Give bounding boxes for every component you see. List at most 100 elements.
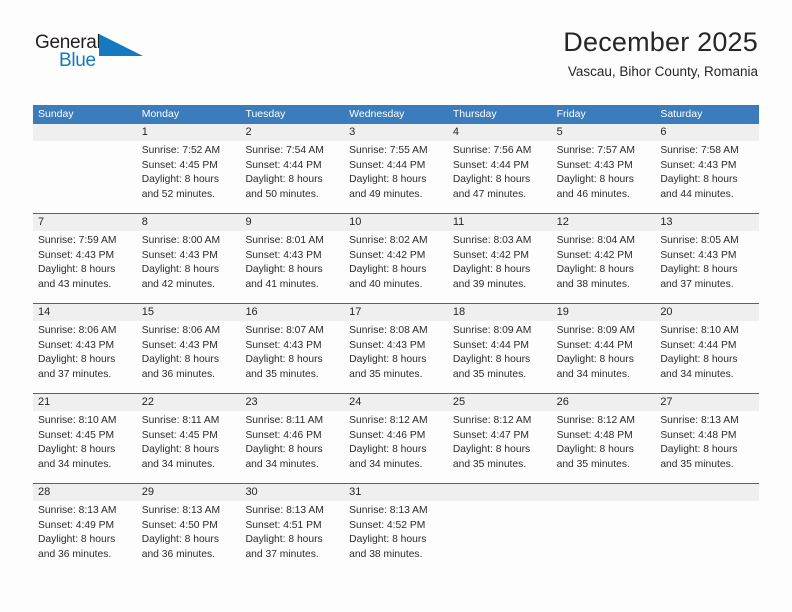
- day-detail-line: and 37 minutes.: [660, 278, 734, 290]
- day-number-16[interactable]: 16: [240, 304, 344, 321]
- day-cell-28[interactable]: Sunrise: 8:13 AM Sunset: 4:49 PM Daylight:…: [33, 501, 137, 573]
- day-number-17[interactable]: 17: [344, 304, 448, 321]
- day-detail-line: Sunrise: 7:58 AM: [660, 145, 739, 156]
- day-detail-line: Daylight: 8 hours: [452, 264, 531, 276]
- day-number-9[interactable]: 9: [240, 214, 344, 231]
- day-cell-11[interactable]: Sunrise: 8:03 AM Sunset: 4:42 PM Daylight:…: [448, 231, 552, 303]
- brand-logo[interactable]: General Blue: [35, 32, 155, 76]
- day-detail-line: Sunrise: 7:52 AM: [141, 145, 221, 156]
- day-detail-line: and 38 minutes.: [349, 548, 423, 560]
- day-number-8[interactable]: 8: [137, 214, 241, 231]
- page-header: General Blue December 2025 Vascau, Bihor…: [0, 0, 792, 79]
- day-cell-21[interactable]: Sunrise: 8:10 AM Sunset: 4:45 PM Daylight:…: [33, 411, 137, 483]
- weekday-header-row: Sunday Monday Tuesday Wednesday Thursday Frid…: [33, 105, 759, 124]
- day-cell-8[interactable]: Sunrise: 8:00 AM Sunset: 4:43 PM Daylight:…: [137, 231, 241, 303]
- day-cell-14[interactable]: Sunrise: 8:06 AM Sunset: 4:43 PM Daylight:…: [33, 321, 137, 393]
- day-number-12[interactable]: 12: [552, 214, 656, 231]
- day-cell-25[interactable]: Sunrise: 8:12 AM Sunset: 4:47 PM Daylight:…: [448, 411, 552, 483]
- day-detail-line: Sunset: 4:48 PM: [660, 429, 737, 441]
- day-detail-line: Daylight: 8 hours: [556, 354, 634, 366]
- calendar-week-row: 1 2 3 4 5 6 Sunrise: 7:52 AM Sunset: 4:45 PM Day…: [33, 124, 759, 213]
- day-number-15[interactable]: 15: [137, 304, 241, 321]
- day-detail-line: and 47 minutes.: [452, 188, 527, 200]
- day-detail-line: Sunrise: 8:12 AM: [349, 415, 428, 426]
- day-number-23[interactable]: 23: [240, 394, 344, 411]
- day-detail-line: Daylight: 8 hours: [141, 444, 219, 456]
- day-cell-24[interactable]: Sunrise: 8:12 AM Sunset: 4:46 PM Daylight:…: [344, 411, 448, 483]
- day-detail-line: Sunset: 4:43 PM: [245, 249, 322, 261]
- day-detail-line: and 36 minutes.: [141, 548, 215, 560]
- day-cell-16[interactable]: Sunrise: 8:07 AM Sunset: 4:43 PM Daylight:…: [240, 321, 344, 393]
- day-cell-10[interactable]: Sunrise: 8:02 AM Sunset: 4:42 PM Daylight:…: [344, 231, 448, 303]
- day-number-28[interactable]: 28: [33, 484, 137, 501]
- day-number-26[interactable]: 26: [552, 394, 656, 411]
- day-detail-line: and 34 minutes.: [556, 368, 630, 380]
- day-cell-15[interactable]: Sunrise: 8:06 AM Sunset: 4:43 PM Daylight:…: [137, 321, 241, 393]
- day-detail-line: Sunset: 4:43 PM: [141, 339, 218, 351]
- day-detail-line: Sunset: 4:45 PM: [141, 429, 218, 441]
- day-number-20[interactable]: 20: [655, 304, 759, 321]
- week-detail-row: Sunrise: 8:10 AM Sunset: 4:45 PM Daylight:…: [33, 411, 759, 483]
- day-number-2[interactable]: 2: [240, 124, 344, 141]
- day-cell-4[interactable]: Sunrise: 7:56 AM Sunset: 4:44 PM Daylight:…: [448, 141, 552, 213]
- day-cell-12[interactable]: Sunrise: 8:04 AM Sunset: 4:42 PM Daylight:…: [552, 231, 656, 303]
- day-number-31[interactable]: 31: [344, 484, 448, 501]
- day-number-14[interactable]: 14: [33, 304, 137, 321]
- day-cell-31[interactable]: Sunrise: 8:13 AM Sunset: 4:52 PM Daylight:…: [344, 501, 448, 573]
- week-date-band: 21 22 23 24 25 26 27: [33, 394, 759, 411]
- day-cell-18[interactable]: Sunrise: 8:09 AM Sunset: 4:44 PM Daylight:…: [448, 321, 552, 393]
- day-detail-line: Sunrise: 8:12 AM: [556, 415, 636, 426]
- day-number-19[interactable]: 19: [552, 304, 656, 321]
- day-number-25[interactable]: 25: [448, 394, 552, 411]
- day-number-22[interactable]: 22: [137, 394, 241, 411]
- day-cell-5[interactable]: Sunrise: 7:57 AM Sunset: 4:43 PM Daylight:…: [552, 141, 656, 213]
- weekday-header-tuesday: Tuesday: [245, 108, 286, 120]
- day-cell-29[interactable]: Sunrise: 8:13 AM Sunset: 4:50 PM Daylight:…: [137, 501, 241, 573]
- day-number-27[interactable]: 27: [655, 394, 759, 411]
- day-detail-line: and 35 minutes.: [245, 368, 319, 380]
- day-detail-line: Sunset: 4:43 PM: [38, 339, 115, 351]
- day-number-13[interactable]: 13: [655, 214, 759, 231]
- day-number-21[interactable]: 21: [33, 394, 137, 411]
- day-number-4[interactable]: 4: [448, 124, 552, 141]
- weekday-header-monday: Monday: [141, 108, 180, 120]
- day-number-18[interactable]: 18: [448, 304, 552, 321]
- day-cell-9[interactable]: Sunrise: 8:01 AM Sunset: 4:43 PM Daylight:…: [240, 231, 344, 303]
- day-number-5[interactable]: 5: [552, 124, 656, 141]
- day-number-24[interactable]: 24: [344, 394, 448, 411]
- day-detail-line: Daylight: 8 hours: [660, 354, 738, 366]
- day-number-30[interactable]: 30: [240, 484, 344, 501]
- day-number-11[interactable]: 11: [448, 214, 552, 231]
- day-detail-line: Sunrise: 8:09 AM: [452, 325, 532, 336]
- calendar-week-row: 21 22 23 24 25 26 27 Sunrise: 8:10 AM Sunset: 4:…: [33, 393, 759, 483]
- day-detail-line: Sunset: 4:44 PM: [660, 339, 737, 351]
- day-cell-3[interactable]: Sunrise: 7:55 AM Sunset: 4:44 PM Daylight:…: [344, 141, 448, 213]
- day-cell-23[interactable]: Sunrise: 8:11 AM Sunset: 4:46 PM Daylight:…: [240, 411, 344, 483]
- day-number-6[interactable]: 6: [655, 124, 759, 141]
- day-cell-27[interactable]: Sunrise: 8:13 AM Sunset: 4:48 PM Daylight:…: [655, 411, 759, 483]
- day-number-7[interactable]: 7: [33, 214, 137, 231]
- page-title: December 2025: [563, 27, 758, 57]
- day-detail-line: Daylight: 8 hours: [556, 444, 634, 456]
- day-cell-1[interactable]: Sunrise: 7:52 AM Sunset: 4:45 PM Daylight:…: [137, 141, 241, 213]
- day-cell-20[interactable]: Sunrise: 8:10 AM Sunset: 4:44 PM Daylight:…: [655, 321, 759, 393]
- day-number-1[interactable]: 1: [137, 124, 241, 141]
- day-number-29[interactable]: 29: [137, 484, 241, 501]
- day-cell-7[interactable]: Sunrise: 7:59 AM Sunset: 4:43 PM Daylight:…: [33, 231, 137, 303]
- day-cell-6[interactable]: Sunrise: 7:58 AM Sunset: 4:43 PM Daylight:…: [655, 141, 759, 213]
- day-detail-line: Sunrise: 8:13 AM: [38, 505, 117, 516]
- day-cell-26[interactable]: Sunrise: 8:12 AM Sunset: 4:48 PM Daylight:…: [552, 411, 656, 483]
- day-detail-line: Sunrise: 8:05 AM: [660, 235, 739, 246]
- day-cell-17[interactable]: Sunrise: 8:08 AM Sunset: 4:43 PM Daylight:…: [344, 321, 448, 393]
- day-cell-19[interactable]: Sunrise: 8:09 AM Sunset: 4:44 PM Daylight:…: [552, 321, 656, 393]
- day-number-3[interactable]: 3: [344, 124, 448, 141]
- day-detail-line: and 39 minutes.: [452, 278, 527, 290]
- day-detail-line: Sunset: 4:46 PM: [245, 429, 322, 441]
- calendar-week-row: 28 29 30 31 Sunrise: 8:13 AM Sunset: 4:49 PM D…: [33, 483, 759, 573]
- day-cell-13[interactable]: Sunrise: 8:05 AM Sunset: 4:43 PM Daylight:…: [655, 231, 759, 303]
- day-cell-2[interactable]: Sunrise: 7:54 AM Sunset: 4:44 PM Daylight:…: [240, 141, 344, 213]
- day-number-10[interactable]: 10: [344, 214, 448, 231]
- day-cell-30[interactable]: Sunrise: 8:13 AM Sunset: 4:51 PM Daylight:…: [240, 501, 344, 573]
- day-cell-22[interactable]: Sunrise: 8:11 AM Sunset: 4:45 PM Daylight:…: [137, 411, 241, 483]
- day-detail-line: and 35 minutes.: [452, 458, 527, 470]
